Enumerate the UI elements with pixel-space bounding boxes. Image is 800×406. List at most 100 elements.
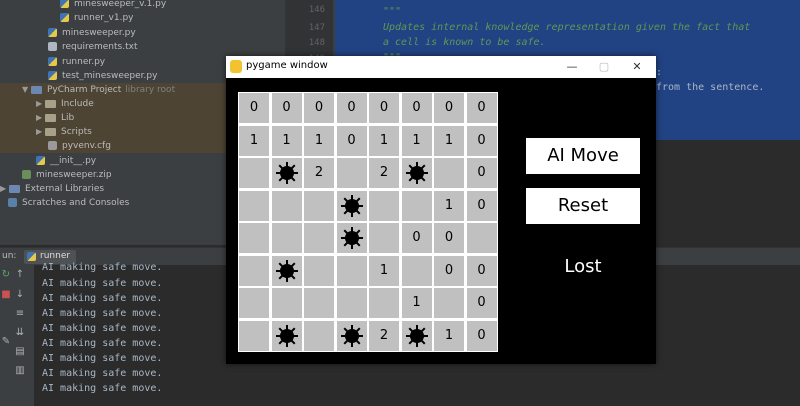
trash-icon[interactable]: ▥ [14, 365, 26, 377]
hidden-cell[interactable] [401, 255, 432, 286]
mine-cell[interactable] [401, 158, 432, 188]
hidden-cell[interactable] [369, 288, 399, 318]
tree-item-init[interactable]: __init__.py [36, 154, 96, 168]
revealed-cell[interactable]: 0 [466, 93, 497, 123]
stop-icon[interactable]: ■ [0, 289, 12, 301]
hidden-cell[interactable] [434, 288, 464, 318]
hidden-cell[interactable] [336, 255, 367, 286]
hidden-cell[interactable] [304, 320, 334, 351]
mine-cell[interactable] [271, 320, 302, 351]
minesweeper-board: 0000000011101110220100010010210 [238, 92, 498, 352]
chevron-right-icon: ▶ [36, 99, 43, 108]
window-titlebar[interactable]: pygame window — ▢ ✕ [226, 56, 656, 78]
hidden-cell[interactable] [434, 158, 464, 188]
print-icon[interactable]: ▤ [14, 346, 26, 358]
soft-wrap-icon[interactable]: ≡ [14, 308, 26, 320]
revealed-cell[interactable]: 1 [271, 125, 302, 156]
mine-icon [405, 324, 428, 347]
revealed-cell[interactable]: 2 [369, 320, 399, 351]
archive-file-icon [22, 170, 31, 179]
revealed-cell[interactable]: 1 [369, 125, 399, 156]
revealed-cell[interactable]: 1 [401, 288, 432, 318]
hidden-cell[interactable] [304, 288, 334, 318]
tree-item-file[interactable]: minesweeper.py [48, 26, 136, 40]
window-title: pygame window [246, 60, 328, 71]
mine-cell[interactable] [336, 190, 367, 221]
run-toolbar: ↻ ↑ ■ ↓ ≡ ⇊ ✎ ▤ ▥ [0, 265, 34, 406]
minimize-icon[interactable]: — [564, 59, 580, 75]
mine-cell[interactable] [271, 255, 302, 286]
hidden-cell[interactable] [466, 223, 497, 253]
revealed-cell[interactable]: 0 [466, 125, 497, 156]
revealed-cell[interactable]: 0 [336, 125, 367, 156]
revealed-cell[interactable]: 0 [466, 158, 497, 188]
revealed-cell[interactable]: 0 [434, 255, 464, 286]
python-file-icon [48, 28, 57, 37]
hidden-cell[interactable] [304, 190, 334, 221]
mine-cell[interactable] [401, 320, 432, 351]
tree-item-zip[interactable]: minesweeper.zip [22, 168, 112, 182]
tree-item-external-libraries[interactable]: ▶ External Libraries [0, 182, 104, 196]
revealed-cell[interactable]: 1 [434, 125, 464, 156]
code-line: """ [383, 6, 402, 17]
tree-item-file[interactable]: minesweeper_v.1.py [60, 0, 166, 11]
revealed-cell[interactable]: 0 [434, 93, 464, 123]
revealed-cell[interactable]: 1 [239, 125, 269, 156]
hidden-cell[interactable] [271, 223, 302, 253]
hidden-cell[interactable] [239, 158, 269, 188]
arrow-down-icon[interactable]: ↓ [14, 289, 26, 301]
revealed-cell[interactable]: 1 [434, 190, 464, 221]
hidden-cell[interactable] [271, 190, 302, 221]
hidden-cell[interactable] [401, 190, 432, 221]
close-icon[interactable]: ✕ [629, 59, 645, 75]
tree-item-scratches[interactable]: Scratches and Consoles [8, 196, 129, 210]
revealed-cell[interactable]: 1 [304, 125, 334, 156]
revealed-cell[interactable]: 1 [434, 320, 464, 351]
revealed-cell[interactable]: 0 [336, 93, 367, 123]
revealed-cell[interactable]: 0 [401, 93, 432, 123]
hidden-cell[interactable] [369, 223, 399, 253]
ai-move-button[interactable]: AI Move [526, 138, 640, 174]
mine-cell[interactable] [336, 223, 367, 253]
tree-item-file[interactable]: requirements.txt [48, 40, 137, 54]
hidden-cell[interactable] [304, 223, 334, 253]
hidden-cell[interactable] [336, 158, 367, 188]
revealed-cell[interactable]: 0 [466, 320, 497, 351]
revealed-cell[interactable]: 0 [369, 93, 399, 123]
tree-item-file[interactable]: runner.py [48, 55, 105, 69]
tree-item-file[interactable]: runner_v1.py [60, 11, 134, 25]
pin-icon[interactable]: ✎ [0, 336, 12, 348]
tree-item-file[interactable]: test_minesweeper.py [48, 69, 157, 83]
chevron-down-icon: ▼ [22, 85, 29, 94]
revealed-cell[interactable]: 1 [369, 255, 399, 286]
revealed-cell[interactable]: 2 [369, 158, 399, 188]
hidden-cell[interactable] [369, 190, 399, 221]
config-file-icon [48, 141, 57, 150]
revealed-cell[interactable]: 0 [304, 93, 334, 123]
hidden-cell[interactable] [336, 288, 367, 318]
hidden-cell[interactable] [239, 255, 269, 286]
hidden-cell[interactable] [304, 255, 334, 286]
hidden-cell[interactable] [239, 320, 269, 351]
revealed-cell[interactable]: 0 [466, 288, 497, 318]
arrow-up-icon[interactable]: ↑ [14, 269, 26, 281]
hidden-cell[interactable] [271, 288, 302, 318]
scroll-to-end-icon[interactable]: ⇊ [14, 327, 26, 339]
revealed-cell[interactable]: 0 [239, 93, 269, 123]
rerun-icon[interactable]: ↻ [0, 269, 12, 281]
revealed-cell[interactable]: 0 [466, 255, 497, 286]
hidden-cell[interactable] [239, 190, 269, 221]
maximize-icon[interactable]: ▢ [596, 59, 612, 75]
revealed-cell[interactable]: 0 [271, 93, 302, 123]
revealed-cell[interactable]: 0 [466, 190, 497, 221]
revealed-cell[interactable]: 0 [401, 223, 432, 253]
mine-cell[interactable] [336, 320, 367, 351]
reset-button[interactable]: Reset [526, 188, 640, 224]
mine-cell[interactable] [271, 158, 302, 188]
hidden-cell[interactable] [239, 223, 269, 253]
console-line: AI making safe move. [42, 383, 163, 394]
revealed-cell[interactable]: 1 [401, 125, 432, 156]
revealed-cell[interactable]: 2 [304, 158, 334, 188]
hidden-cell[interactable] [239, 288, 269, 318]
revealed-cell[interactable]: 0 [434, 223, 464, 253]
